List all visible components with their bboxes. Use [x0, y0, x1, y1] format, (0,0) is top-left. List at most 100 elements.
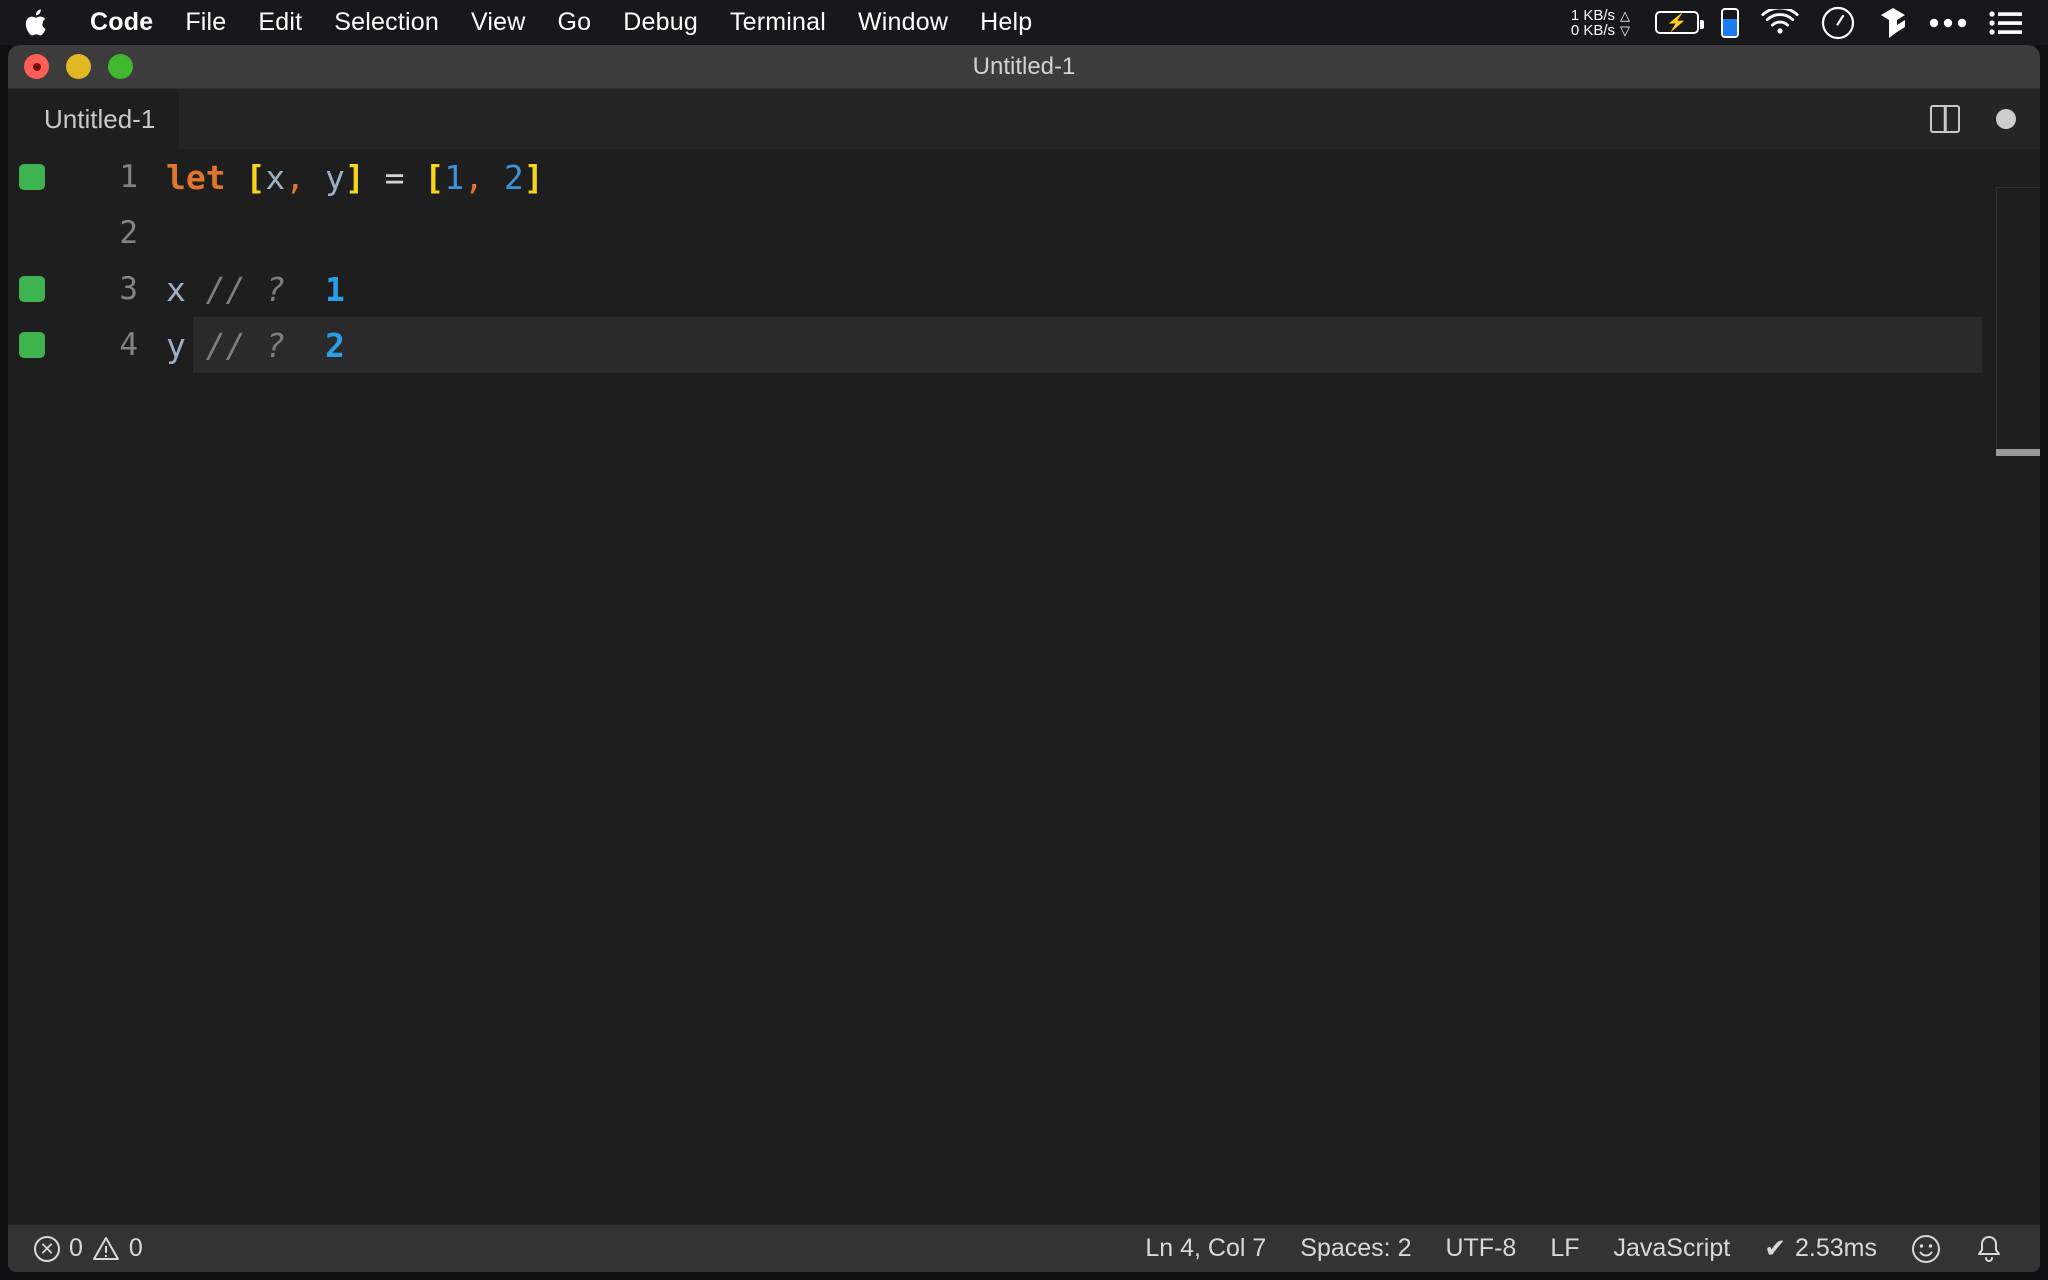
- code-token: // ?: [206, 270, 285, 309]
- code-token: let: [166, 158, 226, 197]
- line-number: 2: [56, 215, 166, 251]
- code-token: 2: [325, 326, 345, 365]
- minimap-slider-region: [1996, 187, 2040, 453]
- code-token: ]: [524, 158, 544, 197]
- tab-untitled-1[interactable]: Untitled-1: [8, 89, 179, 149]
- code-token: [: [245, 158, 265, 197]
- code-lines: 1let [x, y] = [1, 2]23x // ? 14y // ? 2: [8, 149, 2040, 373]
- line-number: 1: [56, 159, 166, 195]
- status-bar-right: Ln 4, Col 7 Spaces: 2 UTF-8 LF JavaScrip…: [1128, 1233, 2040, 1264]
- menu-debug[interactable]: Debug: [607, 8, 714, 37]
- vscode-window: Untitled-1 Untitled-1 1let [x, y] = [1, …: [8, 45, 2040, 1272]
- line-status-square-icon[interactable]: [19, 276, 45, 302]
- editor-actions: [1930, 89, 2016, 149]
- unsaved-dot-icon[interactable]: [1996, 109, 2016, 129]
- network-download-speed: 0 KB/s: [1571, 23, 1615, 38]
- code-token: [484, 158, 504, 197]
- menu-selection[interactable]: Selection: [318, 8, 455, 37]
- error-icon: ✕: [34, 1236, 60, 1262]
- code-token: 1: [444, 158, 464, 197]
- network-speed-indicator[interactable]: 1 KB/s 0 KB/s △ ▽: [1571, 8, 1630, 38]
- upload-arrow-icon: △: [1620, 8, 1630, 23]
- menu-window[interactable]: Window: [842, 8, 964, 37]
- status-bar-left: ✕ 0 0: [8, 1234, 160, 1263]
- control-center-icon[interactable]: [1989, 10, 2023, 36]
- code-line[interactable]: 1let [x, y] = [1, 2]: [8, 149, 2040, 205]
- code-token: [: [424, 158, 444, 197]
- code-token: ]: [345, 158, 365, 197]
- menu-file[interactable]: File: [169, 8, 242, 37]
- code-token: // ?: [206, 326, 285, 365]
- clock-icon[interactable]: [1821, 6, 1855, 40]
- window-title-bar: Untitled-1: [8, 45, 2040, 89]
- code-token: ,: [285, 158, 305, 197]
- editor-scrollbar-thumb[interactable]: [1996, 449, 2040, 456]
- check-icon: ✔: [1764, 1233, 1786, 1264]
- code-token: [226, 158, 246, 197]
- gutter-marker-slot[interactable]: [8, 276, 56, 302]
- code-line-text: x // ? 1: [166, 270, 345, 309]
- code-token: [305, 158, 325, 197]
- battery-charging-icon[interactable]: ⚡: [1655, 11, 1699, 34]
- editor-tab-strip: Untitled-1: [8, 89, 2040, 149]
- code-token: y: [166, 326, 206, 365]
- line-number: 3: [56, 271, 166, 307]
- code-token: 1: [325, 270, 345, 309]
- code-line[interactable]: 3x // ? 1: [8, 261, 2040, 317]
- dropbox-icon[interactable]: [1877, 6, 1907, 40]
- network-upload-speed: 1 KB/s: [1571, 8, 1615, 23]
- menu-help[interactable]: Help: [964, 8, 1048, 37]
- code-token: [285, 326, 325, 365]
- indentation-status[interactable]: Spaces: 2: [1283, 1234, 1428, 1263]
- code-line-text: y // ? 2: [166, 326, 345, 365]
- cursor-position-status[interactable]: Ln 4, Col 7: [1128, 1234, 1283, 1263]
- encoding-status[interactable]: UTF-8: [1428, 1234, 1533, 1263]
- macos-menu-bar: Code File Edit Selection View Go Debug T…: [0, 0, 2048, 45]
- runtime-value: 2.53ms: [1795, 1234, 1877, 1263]
- menu-edit[interactable]: Edit: [242, 8, 318, 37]
- code-token: 2: [504, 158, 524, 197]
- code-token: y: [325, 158, 345, 197]
- apple-logo-icon[interactable]: [22, 6, 52, 40]
- tab-label: Untitled-1: [44, 104, 155, 135]
- menu-go[interactable]: Go: [542, 8, 608, 37]
- code-token: ,: [464, 158, 484, 197]
- phone-battery-icon[interactable]: [1721, 8, 1739, 38]
- code-line[interactable]: 2: [8, 205, 2040, 261]
- notifications-bell-icon[interactable]: [1958, 1234, 2020, 1264]
- code-line-text: let [x, y] = [1, 2]: [166, 158, 544, 197]
- feedback-smiley-icon[interactable]: [1894, 1234, 1958, 1264]
- menu-code[interactable]: Code: [74, 8, 169, 37]
- error-count: 0: [69, 1234, 83, 1263]
- gutter-marker-slot[interactable]: [8, 332, 56, 358]
- code-token: x: [265, 158, 285, 197]
- window-title: Untitled-1: [8, 53, 2040, 81]
- code-token: [404, 158, 424, 197]
- split-editor-icon[interactable]: [1930, 105, 1960, 133]
- warning-icon: [92, 1236, 120, 1262]
- status-bar: ✕ 0 0 Ln 4, Col 7 Spaces: 2 UTF-8 LF Jav…: [8, 1225, 2040, 1272]
- menu-bar-status-items: 1 KB/s 0 KB/s △ ▽ ⚡: [1571, 0, 2034, 45]
- menu-terminal[interactable]: Terminal: [714, 8, 842, 37]
- runtime-status[interactable]: ✔ 2.53ms: [1747, 1233, 1894, 1264]
- download-arrow-icon: ▽: [1620, 23, 1630, 38]
- code-editor[interactable]: 1let [x, y] = [1, 2]23x // ? 14y // ? 2: [8, 149, 2040, 1225]
- eol-status[interactable]: LF: [1533, 1234, 1596, 1263]
- problems-status[interactable]: ✕ 0 0: [34, 1234, 160, 1263]
- warning-count: 0: [129, 1234, 143, 1263]
- line-status-square-icon[interactable]: [19, 332, 45, 358]
- current-line-highlight: [193, 317, 2040, 373]
- ellipsis-icon[interactable]: [1929, 18, 1967, 28]
- line-status-square-icon[interactable]: [19, 164, 45, 190]
- gutter-marker-slot[interactable]: [8, 164, 56, 190]
- minimap[interactable]: [1982, 149, 2040, 1225]
- menu-view[interactable]: View: [455, 8, 542, 37]
- code-token: [285, 270, 325, 309]
- wifi-icon[interactable]: [1761, 9, 1799, 37]
- code-token: [365, 158, 385, 197]
- code-token: =: [385, 158, 405, 197]
- code-token: x: [166, 270, 206, 309]
- language-mode-status[interactable]: JavaScript: [1597, 1234, 1748, 1263]
- line-number: 4: [56, 327, 166, 363]
- code-line[interactable]: 4y // ? 2: [8, 317, 2040, 373]
